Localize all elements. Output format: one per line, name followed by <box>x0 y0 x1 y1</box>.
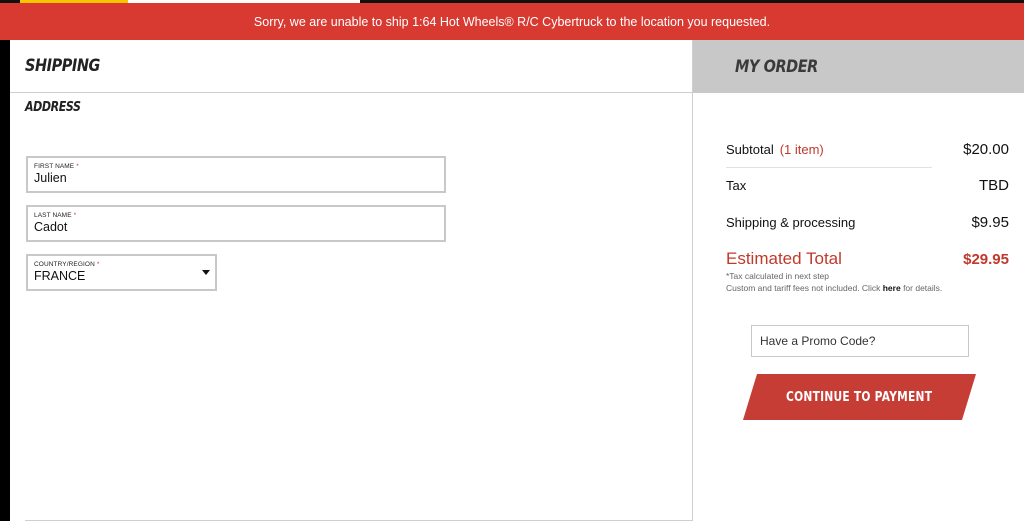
shipping-panel: SHIPPING ADDRESS FIRST NAME * Julien LAST… <box>10 40 693 521</box>
continue-to-payment-label: CONTINUE TO PAYMENT <box>786 389 933 405</box>
fees-note: Custom and tariff fees not included. Cli… <box>726 283 943 293</box>
address-section-title: ADDRESS <box>25 100 81 115</box>
total-row: Estimated Total $29.95 <box>726 249 1009 269</box>
tax-note: *Tax calculated in next step <box>726 271 830 281</box>
last-name-label: LAST NAME * <box>34 212 77 219</box>
order-header: MY ORDER <box>693 40 1024 93</box>
country-value[interactable]: FRANCE <box>34 269 209 283</box>
item-count-link[interactable]: (1 item) <box>780 142 824 157</box>
shipping-title: SHIPPING <box>25 56 100 76</box>
order-title: MY ORDER <box>735 56 818 77</box>
row-divider <box>726 167 932 168</box>
shipping-error-message: Sorry, we are unable to ship 1:64 Hot Wh… <box>253 14 771 29</box>
first-name-field[interactable]: FIRST NAME * Julien <box>26 156 446 193</box>
continue-to-payment-button[interactable]: CONTINUE TO PAYMENT <box>743 374 976 420</box>
subtotal-row: Subtotal (1 item) $20.00 <box>726 141 1009 158</box>
first-name-input[interactable]: Julien <box>34 171 438 185</box>
order-summary-panel: MY ORDER Subtotal (1 item) $20.00 Tax TBD… <box>693 40 1024 521</box>
first-name-label: FIRST NAME * <box>34 163 79 170</box>
fees-details-link[interactable]: here <box>883 283 901 293</box>
shipping-value: $9.95 <box>971 214 1009 231</box>
required-mark: * <box>76 163 79 170</box>
tax-row: Tax TBD <box>726 177 1009 194</box>
left-edge-bar <box>0 40 10 521</box>
required-mark: * <box>96 261 100 268</box>
total-value: $29.95 <box>963 251 1009 268</box>
last-name-field[interactable]: LAST NAME * Cadot <box>26 205 446 242</box>
subtotal-label: Subtotal (1 item) <box>726 142 824 157</box>
dropdown-caret-icon[interactable] <box>202 270 210 275</box>
last-name-input[interactable]: Cadot <box>34 220 438 234</box>
country-select[interactable]: COUNTRY/REGION * FRANCE <box>26 254 217 291</box>
shipping-label: Shipping & processing <box>726 215 856 230</box>
total-label: Estimated Total <box>726 249 842 268</box>
shipping-header: SHIPPING <box>10 40 692 93</box>
tax-value: TBD <box>979 177 1009 194</box>
required-mark: * <box>73 212 77 219</box>
subtotal-value: $20.00 <box>963 141 1009 158</box>
country-label: COUNTRY/REGION * <box>34 261 100 268</box>
shipping-error-banner: Sorry, we are unable to ship 1:64 Hot Wh… <box>0 3 1024 40</box>
tax-label: Tax <box>726 178 747 193</box>
shipping-row: Shipping & processing $9.95 <box>726 214 1009 231</box>
promo-code-toggle[interactable]: Have a Promo Code? <box>751 325 969 357</box>
